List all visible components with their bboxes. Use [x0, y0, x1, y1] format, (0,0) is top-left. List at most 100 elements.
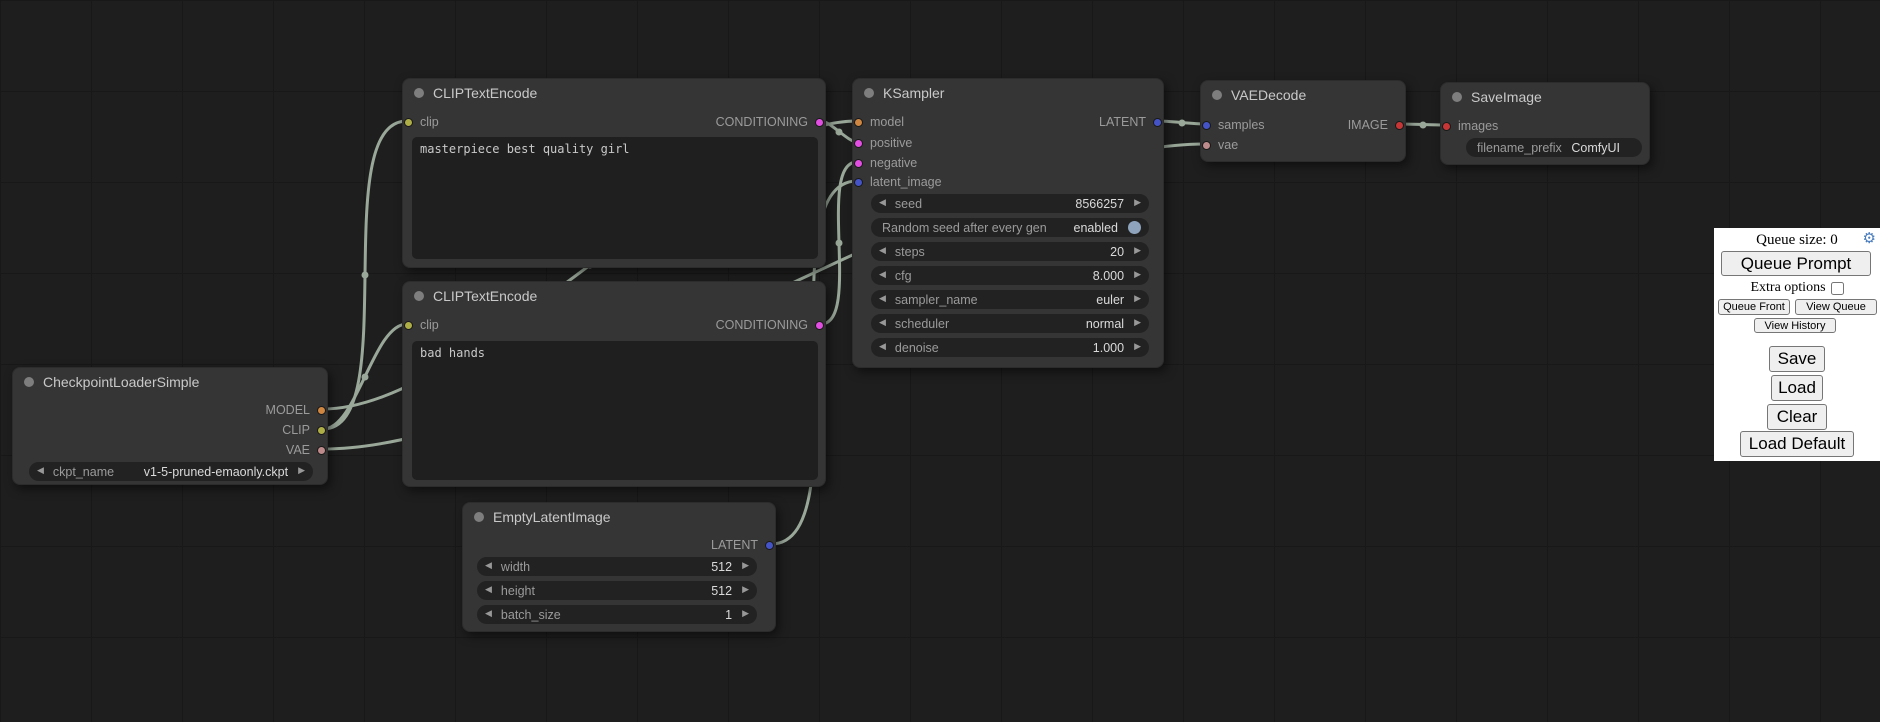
widget-label: scheduler [895, 317, 949, 331]
latent-port-dot-icon[interactable] [765, 541, 774, 550]
output-port-vae: VAE [286, 441, 326, 459]
link-midpoint-dot[interactable] [362, 272, 369, 279]
view-history-button[interactable]: View History [1754, 318, 1836, 333]
increment-arrow-icon[interactable]: ▶ [1134, 271, 1141, 280]
load-button[interactable]: Load [1771, 375, 1823, 401]
vae-port-dot-icon[interactable] [317, 446, 326, 455]
conditioning-port-dot-icon[interactable] [854, 159, 863, 168]
decrement-arrow-icon[interactable]: ◀ [879, 271, 886, 280]
view-queue-button[interactable]: View Queue [1795, 299, 1877, 315]
latent-port-dot-icon[interactable] [854, 178, 863, 187]
denoise-number-widget[interactable]: ◀ denoise 1.000 ▶ [871, 338, 1149, 357]
seed-number-widget[interactable]: ◀ seed 8566257 ▶ [871, 194, 1149, 213]
filename-prefix-text-widget[interactable]: filename_prefix ComfyUI [1466, 138, 1642, 157]
settings-gear-icon[interactable]: ⚙ [1863, 231, 1876, 246]
decrement-arrow-icon[interactable]: ◀ [879, 295, 886, 304]
node-title-bar[interactable]: VAEDecode [1201, 81, 1405, 109]
output-port-latent: LATENT [1099, 113, 1162, 131]
random-seed-toggle-widget[interactable]: Random seed after every gen enabled [871, 218, 1149, 237]
ckpt-name-combo-widget[interactable]: ◀ ckpt_name v1-5-pruned-emaonly.ckpt ▶ [29, 462, 313, 481]
load-default-button[interactable]: Load Default [1740, 431, 1854, 457]
input-port-clip: clip [404, 113, 439, 131]
image-port-dot-icon[interactable] [1395, 121, 1404, 130]
collapse-dot-icon[interactable] [864, 88, 874, 98]
increment-arrow-icon[interactable]: ▶ [1134, 295, 1141, 304]
decrement-arrow-icon[interactable]: ◀ [485, 586, 492, 595]
node-title-bar[interactable]: CLIPTextEncode [403, 79, 825, 107]
clip-port-dot-icon[interactable] [404, 118, 413, 127]
sampler-name-combo-widget[interactable]: ◀ sampler_name euler ▶ [871, 290, 1149, 309]
increment-arrow-icon[interactable]: ▶ [1134, 319, 1141, 328]
node-title-bar[interactable]: CLIPTextEncode [403, 282, 825, 310]
steps-number-widget[interactable]: ◀ steps 20 ▶ [871, 242, 1149, 261]
node-ksampler[interactable]: KSampler model positive negative latent_… [852, 78, 1164, 368]
latent-port-dot-icon[interactable] [1153, 118, 1162, 127]
link-midpoint-dot[interactable] [362, 374, 369, 381]
node-checkpoint-loader-simple[interactable]: CheckpointLoaderSimple MODEL CLIP VAE ◀ … [12, 367, 328, 485]
extra-options-row: Extra options [1714, 280, 1880, 296]
decrement-arrow-icon[interactable]: ◀ [879, 199, 886, 208]
height-number-widget[interactable]: ◀ height 512 ▶ [477, 581, 757, 600]
width-number-widget[interactable]: ◀ width 512 ▶ [477, 557, 757, 576]
clip-port-dot-icon[interactable] [317, 426, 326, 435]
queue-prompt-button[interactable]: Queue Prompt [1721, 251, 1871, 276]
decrement-arrow-icon[interactable]: ◀ [37, 467, 44, 476]
port-label: CONDITIONING [716, 318, 808, 332]
clear-button[interactable]: Clear [1767, 404, 1827, 430]
positive-prompt-textarea[interactable]: masterpiece best quality girl [412, 137, 818, 259]
node-empty-latent-image[interactable]: EmptyLatentImage LATENT ◀ width 512 ▶ ◀ … [462, 502, 776, 632]
conditioning-port-dot-icon[interactable] [815, 321, 824, 330]
collapse-dot-icon[interactable] [414, 88, 424, 98]
increment-arrow-icon[interactable]: ▶ [742, 562, 749, 571]
widget-value: euler [1096, 293, 1124, 307]
node-vae-decode[interactable]: VAEDecode samples vae IMAGE [1200, 80, 1406, 162]
batch-size-number-widget[interactable]: ◀ batch_size 1 ▶ [477, 605, 757, 624]
node-title-bar[interactable]: KSampler [853, 79, 1163, 107]
collapse-dot-icon[interactable] [474, 512, 484, 522]
extra-options-checkbox[interactable] [1831, 282, 1844, 295]
widget-label: seed [895, 197, 922, 211]
queue-front-button[interactable]: Queue Front [1718, 299, 1790, 315]
extra-options-label: Extra options [1750, 280, 1825, 296]
decrement-arrow-icon[interactable]: ◀ [879, 319, 886, 328]
increment-arrow-icon[interactable]: ▶ [1134, 343, 1141, 352]
node-clip-text-encode-positive[interactable]: CLIPTextEncode clip CONDITIONING masterp… [402, 78, 826, 268]
increment-arrow-icon[interactable]: ▶ [742, 586, 749, 595]
negative-prompt-textarea[interactable]: bad hands [412, 341, 818, 480]
link-midpoint-dot[interactable] [1420, 122, 1427, 129]
latent-port-dot-icon[interactable] [1202, 121, 1211, 130]
vae-port-dot-icon[interactable] [1202, 141, 1211, 150]
increment-arrow-icon[interactable]: ▶ [298, 467, 305, 476]
node-save-image[interactable]: SaveImage images filename_prefix ComfyUI [1440, 82, 1650, 165]
model-port-dot-icon[interactable] [854, 118, 863, 127]
increment-arrow-icon[interactable]: ▶ [1134, 199, 1141, 208]
node-title-bar[interactable]: EmptyLatentImage [463, 503, 775, 531]
decrement-arrow-icon[interactable]: ◀ [879, 247, 886, 256]
conditioning-port-dot-icon[interactable] [854, 139, 863, 148]
decrement-arrow-icon[interactable]: ◀ [879, 343, 886, 352]
node-title-bar[interactable]: SaveImage [1441, 83, 1649, 111]
link-midpoint-dot[interactable] [836, 129, 843, 136]
decrement-arrow-icon[interactable]: ◀ [485, 610, 492, 619]
save-button[interactable]: Save [1769, 346, 1825, 372]
cfg-number-widget[interactable]: ◀ cfg 8.000 ▶ [871, 266, 1149, 285]
scheduler-combo-widget[interactable]: ◀ scheduler normal ▶ [871, 314, 1149, 333]
collapse-dot-icon[interactable] [1212, 90, 1222, 100]
conditioning-port-dot-icon[interactable] [815, 118, 824, 127]
widget-value: 512 [711, 584, 732, 598]
increment-arrow-icon[interactable]: ▶ [742, 610, 749, 619]
toggle-on-dot-icon[interactable] [1128, 221, 1141, 234]
decrement-arrow-icon[interactable]: ◀ [485, 562, 492, 571]
widget-label: width [501, 560, 530, 574]
model-port-dot-icon[interactable] [317, 406, 326, 415]
node-clip-text-encode-negative[interactable]: CLIPTextEncode clip CONDITIONING bad han… [402, 281, 826, 487]
clip-port-dot-icon[interactable] [404, 321, 413, 330]
collapse-dot-icon[interactable] [414, 291, 424, 301]
collapse-dot-icon[interactable] [24, 377, 34, 387]
node-title-bar[interactable]: CheckpointLoaderSimple [13, 368, 327, 396]
link-midpoint-dot[interactable] [1179, 120, 1186, 127]
image-port-dot-icon[interactable] [1442, 122, 1451, 131]
link-midpoint-dot[interactable] [836, 240, 843, 247]
increment-arrow-icon[interactable]: ▶ [1134, 247, 1141, 256]
collapse-dot-icon[interactable] [1452, 92, 1462, 102]
